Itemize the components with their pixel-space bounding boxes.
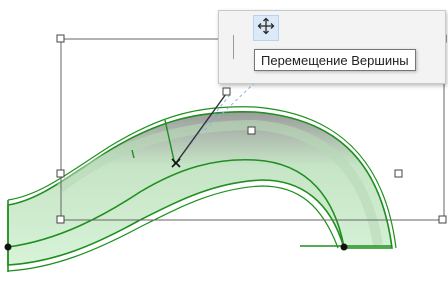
vertex-dot[interactable]	[4, 243, 12, 251]
selection-handle[interactable]	[247, 126, 256, 135]
selection-handle[interactable]	[56, 215, 65, 224]
selection-handle[interactable]	[222, 87, 231, 96]
selection-handle[interactable]	[56, 34, 65, 43]
selection-handle[interactable]	[56, 169, 65, 178]
vertex-dot[interactable]	[340, 243, 348, 251]
palette-separator	[233, 35, 234, 59]
selection-handle[interactable]	[394, 169, 403, 178]
pet-palette	[218, 10, 446, 84]
move-vertex-button[interactable]	[253, 15, 279, 41]
selection-handle[interactable]	[438, 215, 447, 224]
move-arrows-icon	[257, 17, 275, 40]
command-tooltip: Перемещение Вершины	[254, 49, 416, 71]
